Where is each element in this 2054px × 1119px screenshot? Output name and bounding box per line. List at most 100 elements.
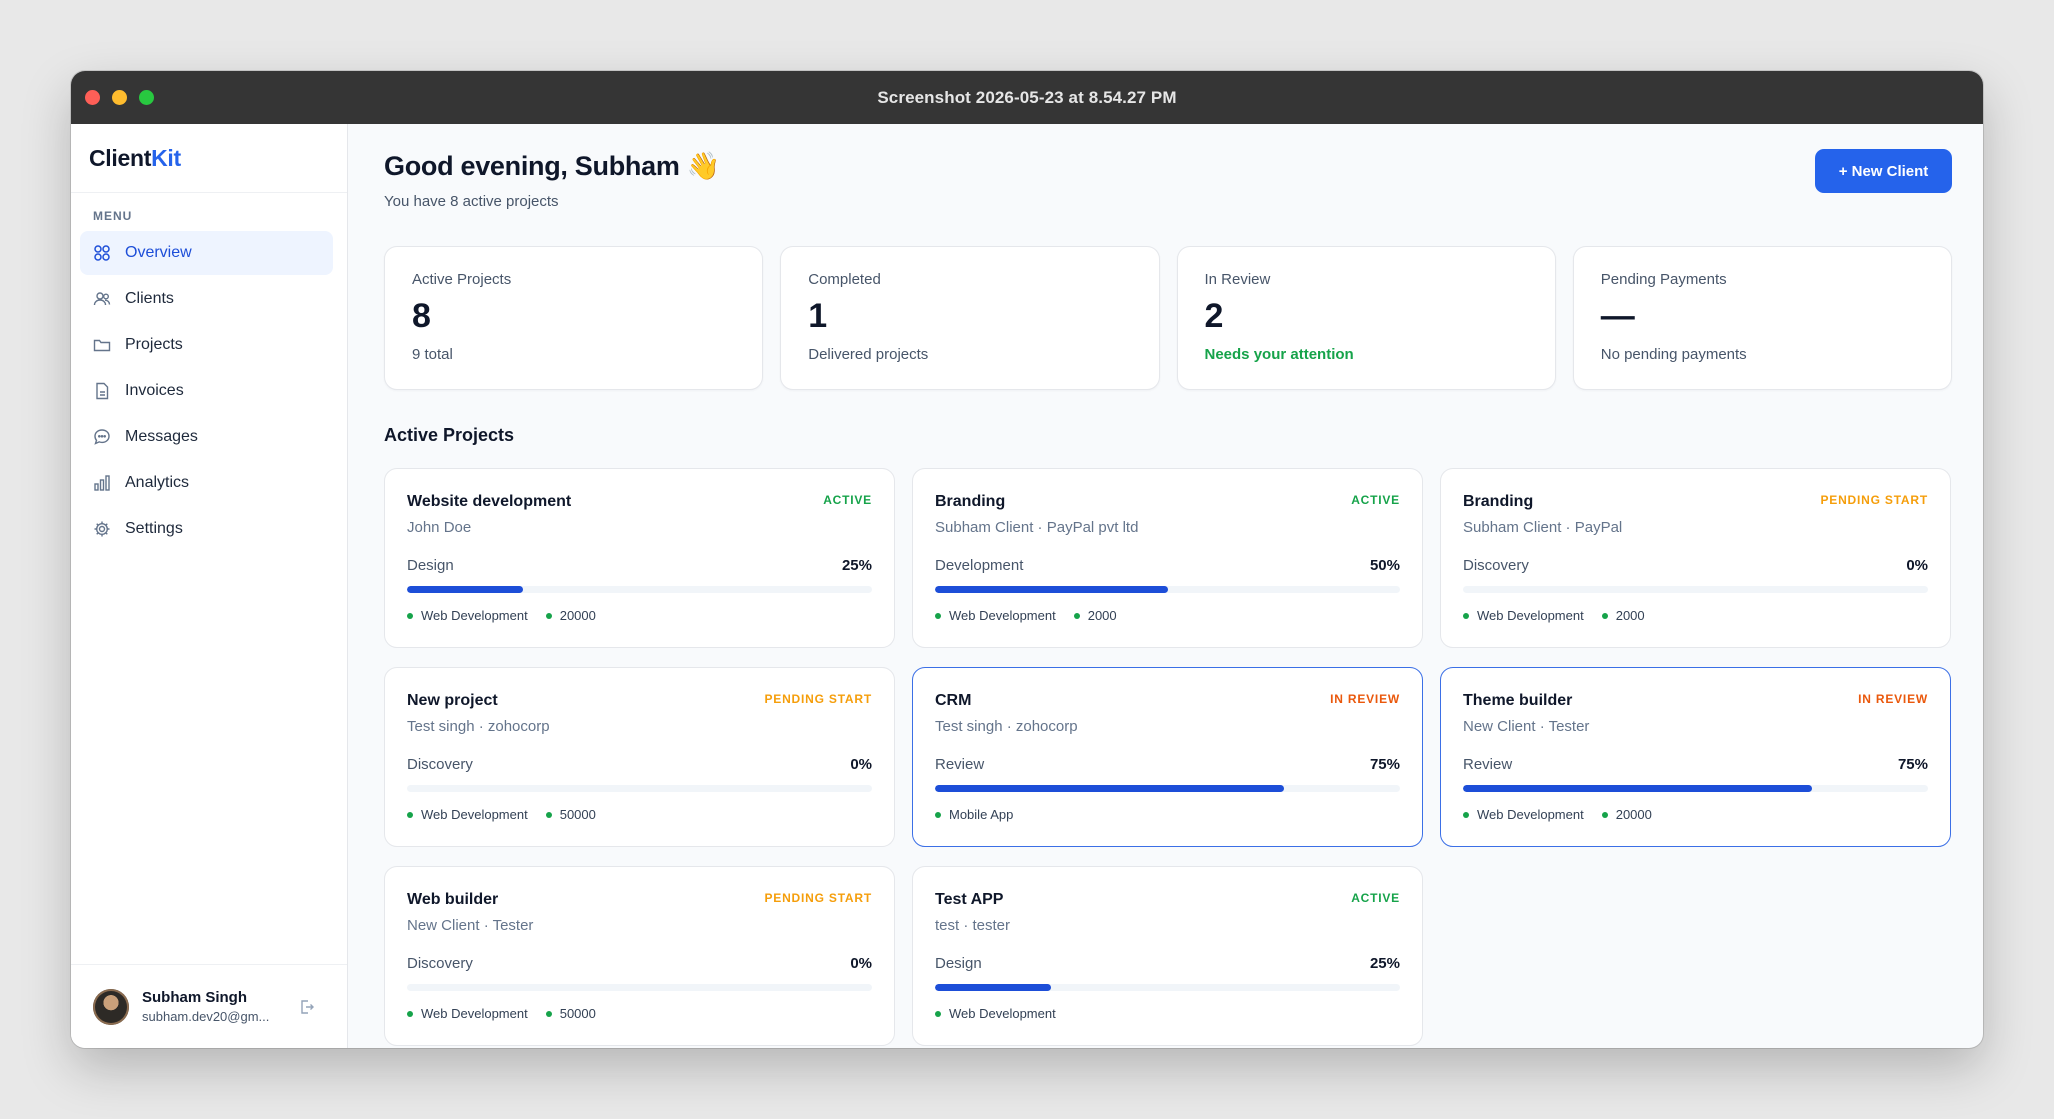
progress-bar (935, 785, 1400, 792)
project-tags: Web Development 50000 (407, 807, 872, 822)
status-badge: PENDING START (764, 891, 872, 905)
stats-row: Active Projects 8 9 total Completed 1 De… (384, 246, 1952, 390)
sidebar-item-projects[interactable]: Projects (80, 323, 333, 367)
window-controls (85, 90, 154, 105)
project-tags: Web Development 20000 (1463, 807, 1928, 822)
app-logo[interactable]: Client Kit (71, 124, 347, 193)
project-tags: Web Development 50000 (407, 1006, 872, 1021)
sidebar-item-messages[interactable]: Messages (80, 415, 333, 459)
tag-dot-icon (545, 612, 552, 619)
progress-row: Discovery 0% (407, 955, 872, 972)
project-title: Branding (935, 493, 1006, 510)
project-grid: Website development John Doe ACTIVE Design 2… (384, 468, 1952, 1046)
progress-fill (407, 586, 524, 593)
tag-dot-icon (407, 811, 413, 818)
progress-bar (935, 586, 1400, 593)
project-tag: 20000 (545, 608, 596, 623)
stat-label: Pending Payments (1600, 271, 1727, 288)
sidebar-item-clients[interactable]: Clients (80, 277, 333, 321)
status-badge: IN REVIEW (1858, 692, 1928, 706)
project-phase: Review (1463, 756, 1513, 773)
project-client: New Client · Tester (1463, 718, 1590, 735)
project-card[interactable]: Website development John Doe ACTIVE Design 2… (384, 468, 895, 648)
project-client: John Doe (407, 519, 472, 536)
new-client-button[interactable]: + New Client (1815, 149, 1952, 193)
project-title: Website development (407, 493, 572, 510)
tag-label: 2000 (1615, 608, 1645, 623)
window-title: Screenshot 2026-05-23 at 8.54.27 PM (877, 87, 1177, 107)
minimize-window-button[interactable] (112, 90, 127, 105)
sidebar-item-label: Settings (125, 520, 183, 537)
progress-percent: 0% (850, 955, 872, 972)
tag-label: Web Development (421, 1006, 528, 1021)
stat-subtext: Needs your attention (1204, 346, 1354, 363)
tag-label: Web Development (1477, 807, 1584, 822)
project-card[interactable]: CRM Test singh · zohocorp IN REVIEW Review 7… (912, 667, 1423, 847)
tag-dot-icon (935, 1010, 941, 1017)
project-tag: 2000 (1073, 608, 1117, 623)
progress-row: Discovery 0% (1463, 557, 1928, 574)
sidebar-item-overview[interactable]: Overview (80, 231, 333, 275)
sidebar-item-label: Invoices (125, 382, 184, 399)
sidebar-nav: Overview Clients Projects Invoices Messa… (71, 231, 347, 551)
project-tag: Web Development (935, 1006, 1056, 1021)
sidebar-item-label: Clients (125, 290, 174, 307)
sidebar-item-label: Messages (125, 428, 198, 445)
project-tag: Web Development (1463, 807, 1584, 822)
maximize-window-button[interactable] (139, 90, 154, 105)
project-tag: Web Development (935, 608, 1056, 623)
project-card[interactable]: Branding Subham Client · PayPal PENDING ST… (1440, 468, 1951, 648)
project-card[interactable]: Branding Subham Client · PayPal pvt ltd AC… (912, 468, 1423, 648)
tag-label: Web Development (421, 807, 528, 822)
bar-chart-icon (93, 474, 111, 492)
stat-value: 8 (412, 297, 431, 335)
project-tag: Web Development (407, 608, 528, 623)
tag-label: 20000 (1615, 807, 1652, 822)
tag-dot-icon (545, 1010, 552, 1017)
tag-dot-icon (1601, 811, 1608, 818)
progress-row: Review 75% (1463, 756, 1928, 773)
sidebar-item-label: Overview (125, 244, 192, 261)
project-client: Subham Client · PayPal (1463, 519, 1623, 536)
status-badge: PENDING START (764, 692, 872, 706)
status-badge: ACTIVE (1351, 891, 1400, 905)
project-card[interactable]: Theme builder New Client · Tester IN REVIE… (1440, 667, 1951, 847)
sidebar-item-analytics[interactable]: Analytics (80, 461, 333, 505)
progress-percent: 25% (841, 557, 872, 574)
project-phase: Discovery (407, 955, 473, 972)
progress-row: Development 50% (935, 557, 1400, 574)
progress-percent: 75% (1369, 756, 1400, 773)
stat-label: Completed (808, 271, 881, 288)
progress-fill (935, 785, 1284, 792)
project-tags: Web Development 2000 (1463, 608, 1928, 623)
tag-label: Web Development (1477, 608, 1584, 623)
project-tag: Web Development (407, 807, 528, 822)
grid-icon (93, 244, 111, 262)
sidebar-item-invoices[interactable]: Invoices (80, 369, 333, 413)
file-icon (93, 382, 111, 400)
tag-label: Web Development (949, 1006, 1056, 1021)
avatar[interactable] (93, 988, 129, 1025)
close-window-button[interactable] (85, 90, 100, 105)
page-subtitle: You have 8 active projects (384, 193, 559, 210)
tag-label: Mobile App (949, 807, 1014, 822)
project-tag: Mobile App (935, 807, 1013, 822)
progress-percent: 50% (1369, 557, 1400, 574)
tag-label: 20000 (559, 608, 596, 623)
project-card[interactable]: Web builder New Client · Tester PENDING ST… (384, 866, 895, 1046)
progress-bar (407, 984, 872, 991)
sidebar-item-settings[interactable]: Settings (80, 507, 333, 551)
logo-text-accent: Kit (151, 144, 181, 171)
tag-label: Web Development (949, 608, 1056, 623)
progress-bar (1463, 785, 1928, 792)
project-client: New Client · Tester (407, 917, 534, 934)
project-card[interactable]: New project Test singh · zohocorp PENDING … (384, 667, 895, 847)
window-titlebar: Screenshot 2026-05-23 at 8.54.27 PM (71, 71, 1983, 124)
user-profile[interactable]: Subham Singh subham.dev20@gm... (71, 964, 347, 1048)
stat-value: — (1600, 297, 1635, 335)
progress-row: Review 75% (935, 756, 1400, 773)
project-card[interactable]: Test APP test · tester ACTIVE Design 25% Web … (912, 866, 1423, 1046)
project-phase: Design (407, 557, 454, 574)
tag-dot-icon (1601, 612, 1608, 619)
logout-icon[interactable] (299, 999, 315, 1015)
